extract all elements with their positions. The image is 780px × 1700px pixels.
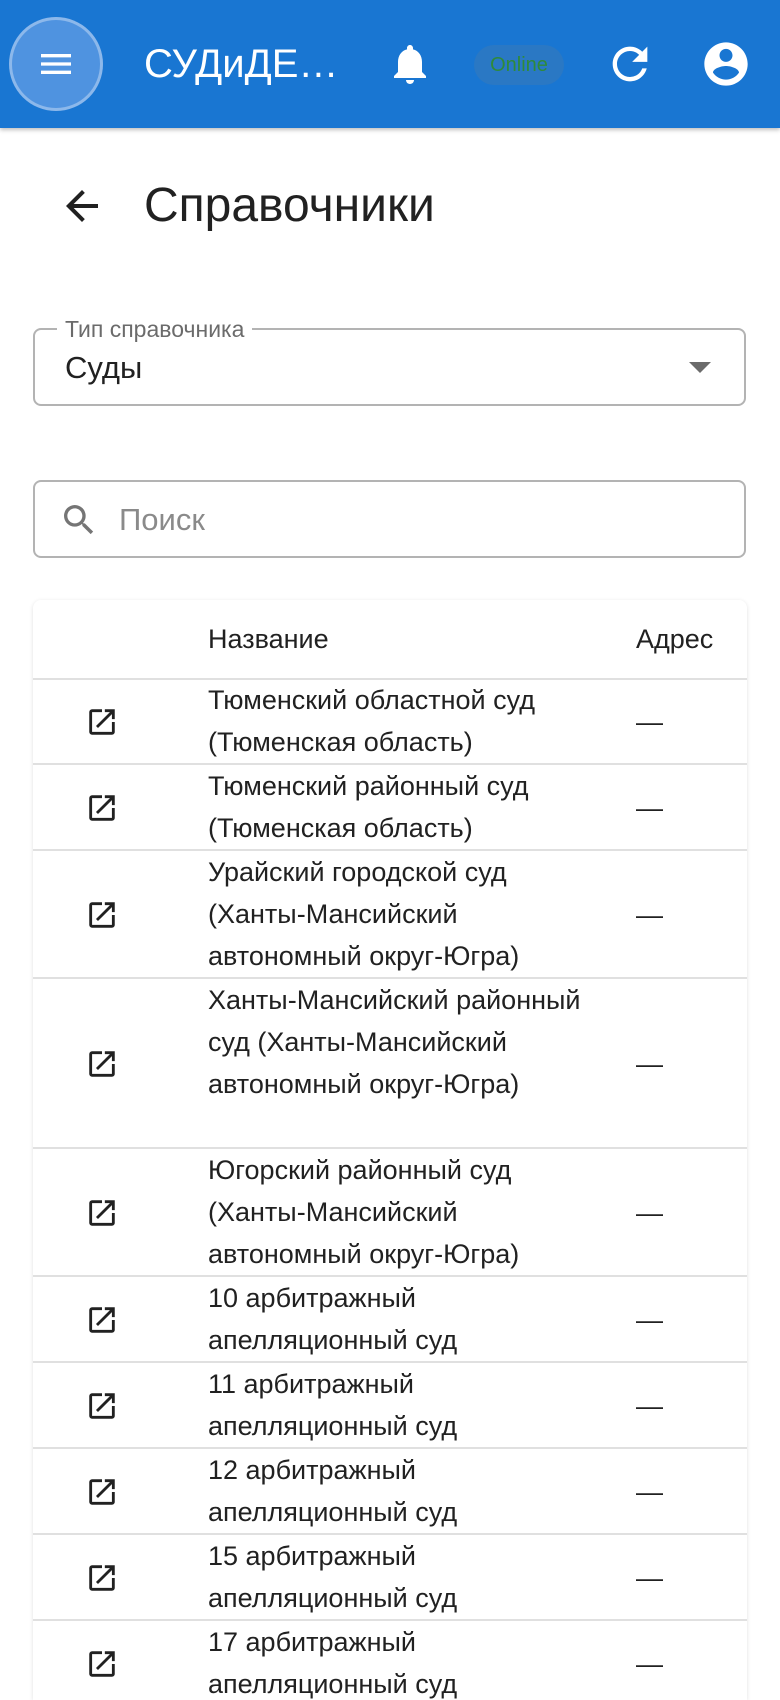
row-name: 17 арбитражный апелляционный суд [208,1627,458,1699]
app-title: СУДиДЕЛО [144,42,354,86]
row-address: — [636,900,663,930]
open-in-new-icon[interactable] [85,1047,119,1081]
connection-status-badge: Online [474,45,564,85]
row-address: — [636,1563,663,1593]
table-row: 17 арбитражный апелляционный суд — [33,1621,747,1700]
open-in-new-icon[interactable] [85,791,119,825]
table-row: 15 арбитражный апелляционный суд — [33,1535,747,1621]
dictionary-type-select[interactable]: Тип справочника Суды [33,314,746,406]
back-arrow-icon[interactable] [58,182,106,230]
row-name: Югорский районный суд (Ханты-Мансийский … [208,1155,520,1269]
row-name: 11 арбитражный апелляционный суд [208,1369,458,1441]
open-in-new-icon[interactable] [85,1647,119,1681]
dictionary-type-label: Тип справочника [57,314,253,344]
table-row: 11 арбитражный апелляционный суд — [33,1363,747,1449]
open-in-new-icon[interactable] [85,1561,119,1595]
table-header: Название Адрес [33,600,747,680]
account-circle-icon[interactable] [700,38,752,90]
table-row: Тюменский областной суд (Тюменская облас… [33,679,747,765]
row-name: Ханты-Мансийский районный суд (Ханты-Ман… [208,985,581,1099]
column-header-address: Адрес [636,624,714,654]
open-in-new-icon[interactable] [85,705,119,739]
search-icon [64,505,94,535]
open-in-new-icon[interactable] [85,1303,119,1337]
row-address: — [636,793,663,823]
menu-icon [41,54,71,74]
table-row: Югорский районный суд (Ханты-Мансийский … [33,1149,747,1277]
row-address: — [636,1305,663,1335]
open-in-new-icon[interactable] [85,898,119,932]
refresh-icon[interactable] [604,38,656,90]
open-in-new-icon[interactable] [85,1475,119,1509]
row-name: 10 арбитражный апелляционный суд [208,1283,458,1355]
row-name: 12 арбитражный апелляционный суд [208,1455,458,1527]
row-address: — [636,1198,663,1228]
row-address: — [636,707,663,737]
row-name: Тюменский районный суд (Тюменская област… [208,771,529,843]
row-address: — [636,1049,663,1079]
column-header-name: Название [208,624,329,654]
dropdown-caret-icon [689,362,711,373]
menu-button[interactable] [9,17,103,111]
table-row: Урайский городской суд (Ханты-Мансийский… [33,851,747,979]
open-in-new-icon[interactable] [85,1389,119,1423]
search-box [33,480,746,558]
search-input[interactable] [117,492,721,548]
open-in-new-icon[interactable] [85,1196,119,1230]
table-row: 12 арбитражный апелляционный суд — [33,1449,747,1535]
row-name: 15 арбитражный апелляционный суд [208,1541,458,1613]
row-name: Тюменский областной суд (Тюменская облас… [208,685,535,757]
table-row: 10 арбитражный апелляционный суд — [33,1277,747,1363]
dictionary-type-value: Суды [65,350,143,385]
notifications-bell-icon[interactable] [386,40,434,88]
page-title: Справочники [144,179,435,232]
row-address: — [636,1649,663,1679]
row-name: Урайский городской суд (Ханты-Мансийский… [208,857,520,971]
table-row: Ханты-Мансийский районный суд (Ханты-Ман… [33,979,747,1149]
table-row: Тюменский районный суд (Тюменская област… [33,765,747,851]
row-address: — [636,1477,663,1507]
table-body: Тюменский областной суд (Тюменская облас… [33,679,747,1700]
courts-table: Название Адрес Тюменский областной суд (… [33,600,747,1700]
row-address: — [636,1391,663,1421]
app-bar: СУДиДЕЛО Online [0,0,780,128]
